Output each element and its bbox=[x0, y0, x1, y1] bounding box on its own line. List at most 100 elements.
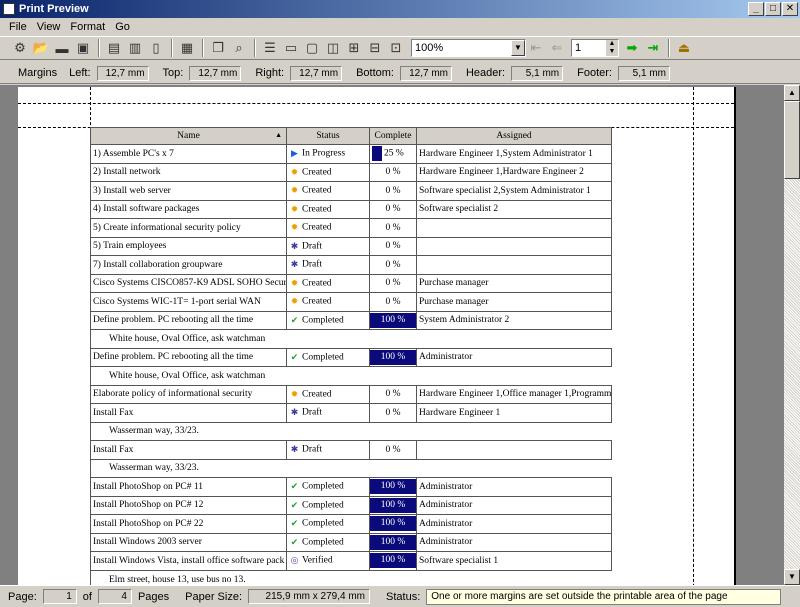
table-row[interactable]: 4) Install software packages ✹ Created 0 % S… bbox=[90, 199, 612, 219]
footer-margin-field[interactable]: 5,1 mm bbox=[617, 65, 670, 81]
chevron-down-icon[interactable]: ▼ bbox=[511, 40, 525, 56]
header-guide[interactable] bbox=[18, 103, 734, 104]
right-margin-field[interactable]: 12,7 mm bbox=[290, 65, 343, 81]
task-assigned: Software specialist 1 bbox=[416, 551, 612, 571]
row-note: Wasserman way, 33/23. bbox=[90, 422, 612, 441]
left-margin-field[interactable]: 12,7 mm bbox=[96, 65, 149, 81]
next-page-icon[interactable]: ➡ bbox=[622, 38, 642, 58]
column-header-assigned[interactable]: Assigned bbox=[416, 127, 612, 145]
table-row[interactable]: Cisco Systems WIC-1T= 1-port serial WAN ✹… bbox=[90, 292, 612, 312]
scroll-up-icon[interactable]: ▲ bbox=[784, 85, 800, 101]
task-complete: 0 % bbox=[369, 162, 417, 182]
table-row[interactable]: Elaborate policy of informational securi… bbox=[90, 384, 612, 404]
page-number-input[interactable]: 1 ▲ ▼ bbox=[571, 39, 619, 57]
column-header-status[interactable]: Status bbox=[286, 127, 370, 145]
task-complete: 0 % bbox=[369, 236, 417, 256]
task-assigned: Administrator bbox=[416, 347, 612, 367]
task-assigned: Hardware Engineer 1,Office manager 1,Pro… bbox=[416, 384, 612, 404]
print-icon[interactable]: ▤ bbox=[104, 38, 124, 58]
grid-icon[interactable]: ▦ bbox=[177, 38, 197, 58]
table-row[interactable]: Cisco Systems CISCO857-K9 ADSL SOHO Secu… bbox=[90, 273, 612, 293]
table-row[interactable]: Install PhotoShop on PC# 11 ✔ Completed 100… bbox=[90, 477, 612, 497]
menu-file[interactable]: File bbox=[4, 21, 32, 33]
table-row[interactable]: 1) Assemble PC's x 7 ▶ In Progress 25 % Hard… bbox=[90, 144, 612, 164]
task-name: Cisco Systems WIC-1T= 1-port serial WAN bbox=[90, 292, 287, 312]
table-row[interactable]: Install PhotoShop on PC# 12 ✔ Completed 100… bbox=[90, 495, 612, 515]
preview-area[interactable]: Name ▲ Status Complete Assigned 1) Assem… bbox=[0, 85, 784, 585]
menu-format[interactable]: Format bbox=[65, 21, 110, 33]
header-footer-icon[interactable]: ▭ bbox=[281, 38, 301, 58]
folder-icon[interactable]: ▬ bbox=[52, 38, 72, 58]
top-margin-field[interactable]: 12,7 mm bbox=[189, 65, 242, 81]
find-icon[interactable]: ⌕ bbox=[229, 38, 249, 58]
minimize-button[interactable]: _ bbox=[748, 2, 764, 16]
close-button[interactable]: ✕ bbox=[782, 2, 798, 16]
task-complete: 100 % bbox=[369, 514, 417, 534]
copy-icon[interactable]: ❐ bbox=[208, 38, 228, 58]
scroll-down-icon[interactable]: ▼ bbox=[784, 569, 800, 585]
vertical-scrollbar[interactable]: ▲ ▼ bbox=[784, 85, 800, 585]
bottom-margin-field[interactable]: 12,7 mm bbox=[399, 65, 452, 81]
header-margin-field[interactable]: 5,1 mm bbox=[511, 65, 564, 81]
menu-go[interactable]: Go bbox=[110, 21, 135, 33]
left-margin-label: Left: bbox=[69, 67, 91, 79]
scroll-thumb[interactable] bbox=[784, 101, 800, 179]
previous-page-icon[interactable]: ⇐ bbox=[547, 38, 567, 58]
open-icon[interactable]: 📂 bbox=[31, 38, 51, 58]
table-row[interactable]: Install Windows Vista, install office so… bbox=[90, 551, 612, 571]
note-text: Elm street, house 13, use bus no 13. bbox=[90, 570, 612, 585]
draft-icon: ✱ bbox=[290, 259, 299, 270]
zoom-select[interactable]: 100% ▼ bbox=[411, 39, 526, 57]
draft-icon: ✱ bbox=[290, 444, 299, 455]
table-row[interactable]: Define problem. PC rebooting all the tim… bbox=[90, 347, 612, 367]
four-pages-icon[interactable]: ⊞ bbox=[344, 38, 364, 58]
table-row[interactable]: Install Fax ✱ Draft 0 % bbox=[90, 440, 612, 460]
right-margin-guide[interactable] bbox=[693, 87, 694, 585]
last-page-icon[interactable]: ⇥ bbox=[643, 38, 663, 58]
spinner-icon[interactable]: ▲ ▼ bbox=[606, 40, 618, 56]
table-row[interactable]: 5) Train employees ✱ Draft 0 % bbox=[90, 236, 612, 256]
menu-view[interactable]: View bbox=[32, 21, 66, 33]
quick-print-icon[interactable]: ▥ bbox=[125, 38, 145, 58]
paper-size-field: 215,9 mm x 279,4 mm bbox=[248, 589, 371, 604]
title-bar: Print Preview _ □ ✕ bbox=[0, 0, 800, 18]
note-text: Wasserman way, 33/23. bbox=[90, 422, 612, 441]
table-row[interactable]: 5) Create informational security policy ✹… bbox=[90, 218, 612, 238]
table-row[interactable]: 3) Install web server ✹ Created 0 % Software… bbox=[90, 181, 612, 201]
table-row[interactable]: Install Fax ✱ Draft 0 % Hardware Engineer 1 bbox=[90, 403, 612, 423]
total-pages-field: 4 bbox=[97, 589, 132, 604]
table-row[interactable]: 2) Install network ✹ Created 0 % Hardware En… bbox=[90, 162, 612, 182]
multi-pages-icon[interactable]: ⊟ bbox=[365, 38, 385, 58]
task-complete: 0 % bbox=[369, 255, 417, 275]
task-complete: 100 % bbox=[369, 477, 417, 497]
table-row[interactable]: 7) Install collaboration groupware ✱ Draft… bbox=[90, 255, 612, 275]
task-complete: 25 % bbox=[369, 144, 417, 164]
status-text: In Progress bbox=[302, 148, 346, 159]
task-complete: 0 % bbox=[369, 440, 417, 460]
task-complete: 0 % bbox=[369, 199, 417, 219]
maximize-button[interactable]: □ bbox=[765, 2, 781, 16]
two-pages-icon[interactable]: ◫ bbox=[323, 38, 343, 58]
task-name: Install Windows 2003 server bbox=[90, 532, 287, 552]
task-assigned: Software specialist 2,System Administrat… bbox=[416, 181, 612, 201]
table-row[interactable]: Define problem. PC rebooting all the tim… bbox=[90, 310, 612, 330]
margins-bar: Margins Left: 12,7 mm Top: 12,7 mm Right… bbox=[0, 63, 800, 84]
task-assigned: Software specialist 2 bbox=[416, 199, 612, 219]
book-icon[interactable]: ▯ bbox=[146, 38, 166, 58]
page-setup-icon[interactable]: ☰ bbox=[260, 38, 280, 58]
task-complete: 0 % bbox=[369, 273, 417, 293]
column-header-name[interactable]: Name ▲ bbox=[90, 127, 287, 145]
task-assigned bbox=[416, 440, 612, 460]
column-header-complete[interactable]: Complete bbox=[369, 127, 417, 145]
task-name: 3) Install web server bbox=[90, 181, 287, 201]
exit-icon[interactable]: ⏏ bbox=[674, 38, 694, 58]
settings-icon[interactable]: ⚙ bbox=[10, 38, 30, 58]
first-page-icon[interactable]: ⇤ bbox=[526, 38, 546, 58]
table-row[interactable]: Install PhotoShop on PC# 22 ✔ Completed 100… bbox=[90, 514, 612, 534]
progress-text: 25 % bbox=[384, 148, 404, 159]
one-page-icon[interactable]: ▢ bbox=[302, 38, 322, 58]
status-text: Completed bbox=[302, 315, 344, 326]
table-row[interactable]: Install Windows 2003 server ✔ Completed 100… bbox=[90, 532, 612, 552]
fit-icon[interactable]: ⊡ bbox=[386, 38, 406, 58]
save-icon[interactable]: ▣ bbox=[73, 38, 93, 58]
